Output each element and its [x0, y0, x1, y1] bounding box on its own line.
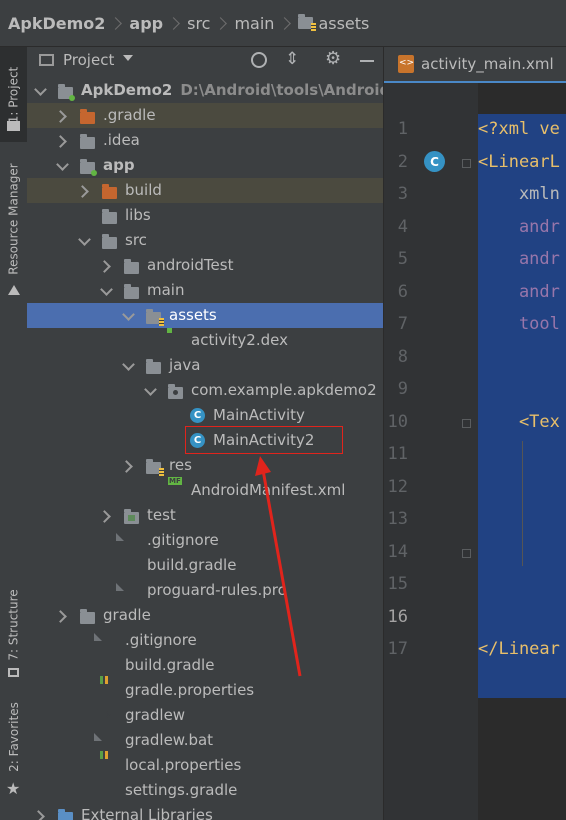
line-number: 17 — [387, 639, 408, 659]
line-number: 4 — [397, 216, 408, 237]
code-editor[interactable]: C 1 2 3 4 5 6 7 8 9 10 11 12 13 14 15 16 17 <?xml ve <Lin… — [383, 83, 566, 820]
line-number: 12 — [387, 476, 408, 497]
indent-guide — [522, 441, 523, 566]
fold-marker-icon[interactable] — [462, 418, 471, 428]
code-line: andr — [478, 216, 560, 237]
line-number: 13 — [387, 509, 408, 529]
annotation-arrow-shaft — [261, 469, 302, 677]
line-number: 10 — [387, 411, 408, 432]
line-number: 1 — [397, 119, 408, 139]
annotation-arrow-head — [255, 456, 271, 476]
line-number: 8 — [397, 346, 408, 367]
class-marker-icon[interactable]: C — [424, 151, 445, 172]
code-line: </Linear — [478, 639, 560, 659]
line-number: 2 — [397, 151, 408, 172]
fold-marker-icon[interactable] — [462, 548, 471, 558]
code-line: andr — [478, 281, 560, 302]
code-line: <LinearL — [478, 151, 560, 172]
editor-gutter: C 1 2 3 4 5 6 7 8 9 10 11 12 13 14 15 16 17 — [384, 83, 478, 820]
code-line: <?xml ve — [478, 119, 560, 139]
editor-tab-bar: activity_main.xml — [383, 47, 566, 83]
code-line: andr — [478, 249, 560, 269]
line-number: 16 — [387, 606, 408, 627]
line-number: 11 — [387, 444, 408, 464]
line-number: 14 — [387, 541, 408, 562]
line-number: 3 — [397, 184, 408, 204]
tab-activity-main-xml[interactable]: activity_main.xml — [384, 47, 554, 80]
code-selection: <?xml ve <LinearL xmln andr andr andr too… — [478, 114, 566, 698]
line-number: 5 — [397, 249, 408, 269]
code-line: <Tex — [478, 411, 560, 432]
line-number: 6 — [397, 281, 408, 302]
code-line: tool — [478, 314, 560, 334]
code-line: xmln — [478, 184, 560, 204]
editor-tab-label: activity_main.xml — [421, 54, 554, 73]
xml-file-icon — [398, 54, 414, 73]
line-number: 7 — [397, 314, 408, 334]
line-number: 15 — [387, 574, 408, 594]
fold-marker-icon[interactable] — [462, 158, 471, 168]
line-number: 9 — [397, 379, 408, 399]
